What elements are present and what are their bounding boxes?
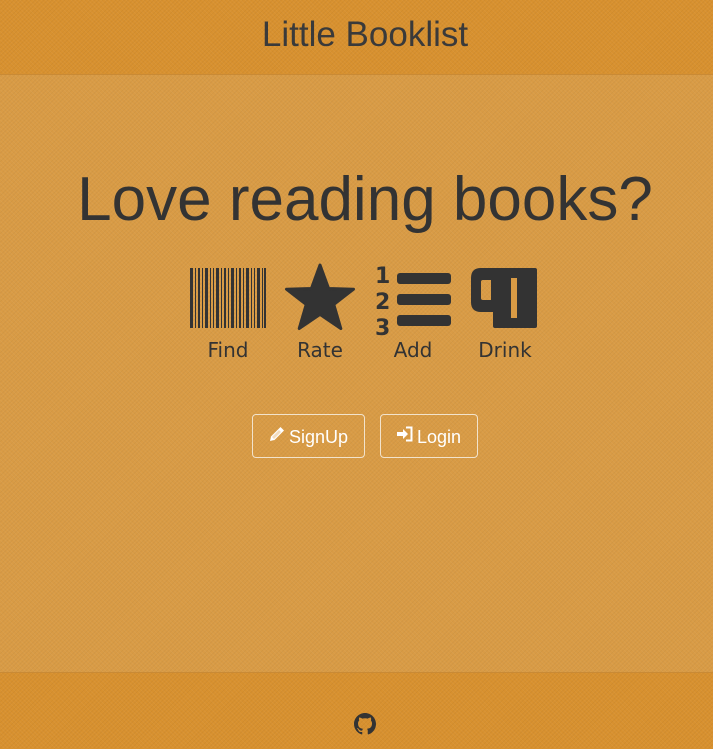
footer [0,672,713,749]
feature-find: Find [182,262,274,362]
mug-icon [459,262,551,338]
barcode-icon [182,262,274,338]
login-label: Login [416,427,462,447]
feature-label-rate: Rate [297,338,343,362]
feature-list: Find Rate 1 2 3 Add Drink [0,262,713,372]
ordered-list-icon: 1 2 3 [367,262,459,338]
feature-label-find: Find [207,338,249,362]
signup-label: SignUp [288,427,349,447]
app-title[interactable]: Little Booklist [0,14,713,56]
feature-rate: Rate [274,262,366,362]
star-icon [274,262,366,338]
navbar: Little Booklist [0,0,713,75]
pencil-icon [269,414,285,458]
feature-drink: Drink [459,262,551,362]
signup-button[interactable]: SignUp [252,414,365,458]
feature-add: 1 2 3 Add [367,262,459,362]
feature-label-add: Add [393,338,433,362]
feature-label-drink: Drink [478,338,532,362]
hero-headline: Love reading books? [77,165,653,234]
svg-text:2: 2 [375,290,390,315]
login-button[interactable]: Login [380,414,478,458]
svg-text:1: 1 [375,264,390,289]
sign-in-icon [396,414,413,458]
github-icon[interactable] [354,713,376,735]
svg-text:3: 3 [375,316,390,338]
